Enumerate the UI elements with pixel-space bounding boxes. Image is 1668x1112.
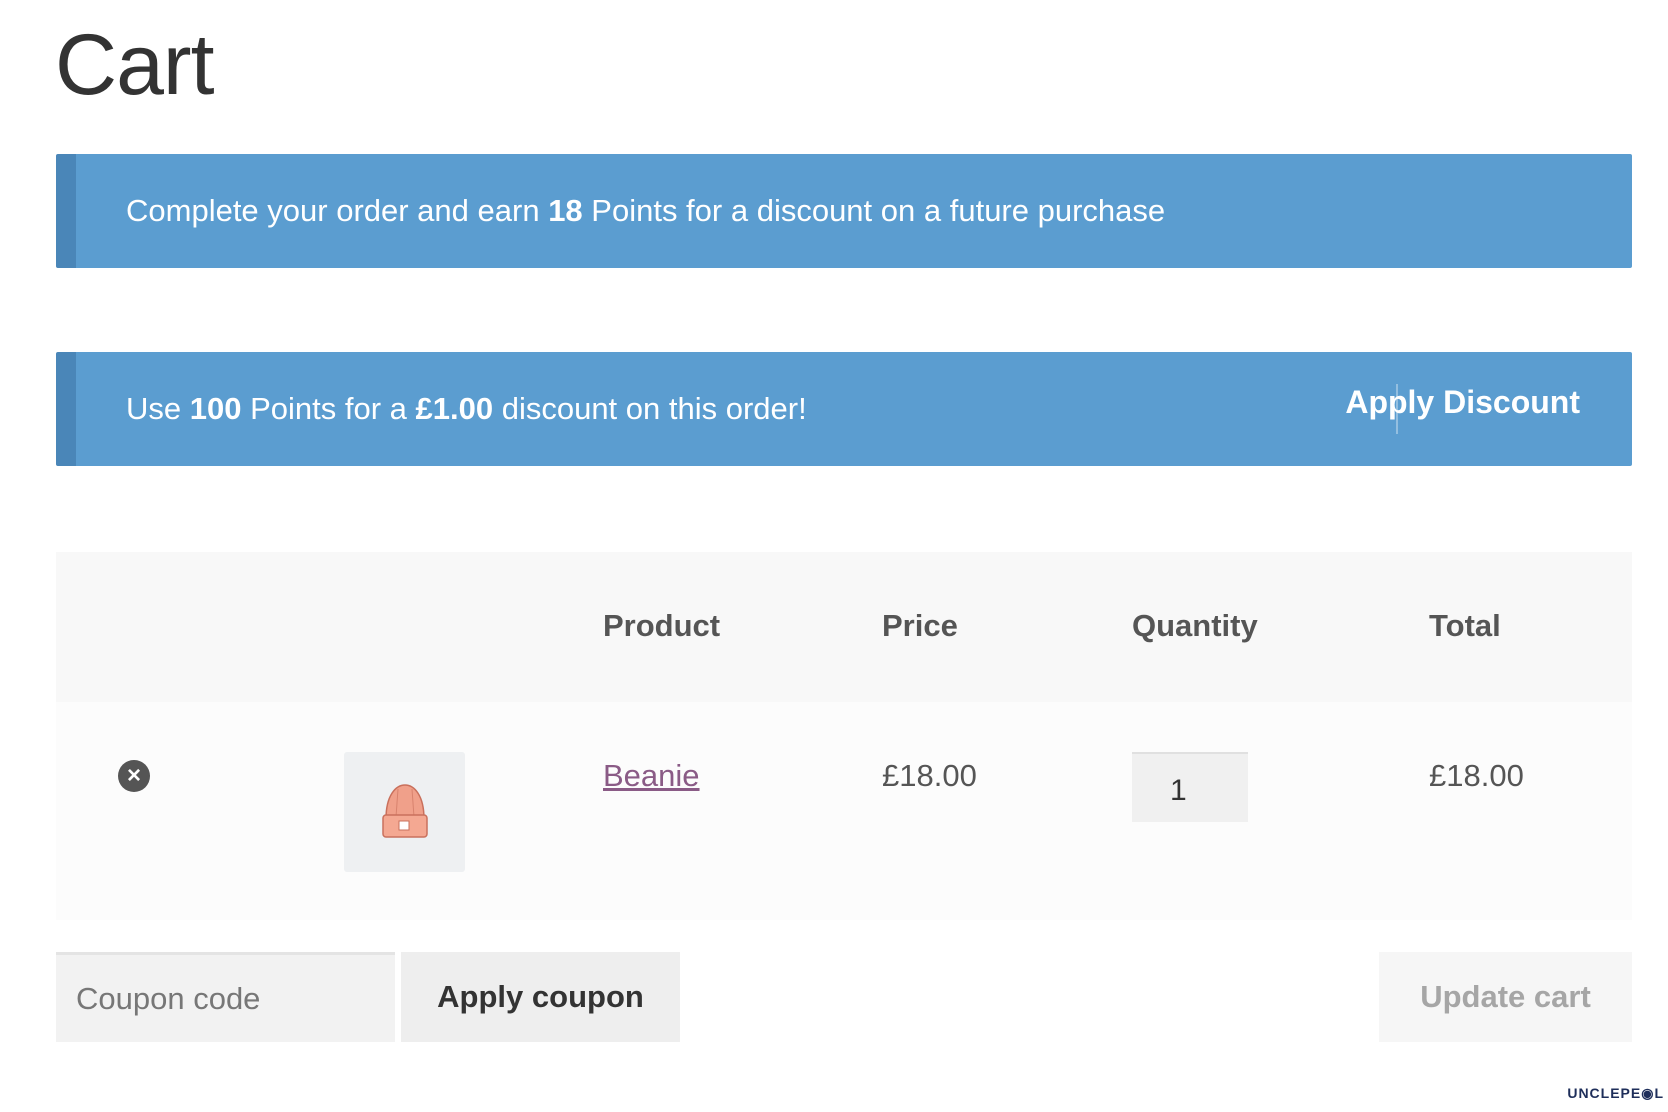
remove-circle-icon[interactable]: ×: [118, 760, 150, 792]
coupon-code-input[interactable]: [56, 952, 395, 1042]
redeem-points-notice: Use 100 Points for a £1.00 discount on t…: [56, 352, 1632, 466]
product-name-link[interactable]: Beanie: [603, 758, 700, 794]
apply-coupon-button[interactable]: Apply coupon: [401, 952, 680, 1042]
beanie-icon: [381, 784, 428, 838]
product-price: £18.00: [882, 758, 977, 793]
earn-points-value: 18: [548, 193, 583, 228]
page-title: Cart: [55, 17, 214, 113]
earn-points-message: Complete your order and earn 18 Points f…: [126, 193, 1166, 228]
earn-points-notice: Complete your order and earn 18 Points f…: [56, 154, 1632, 268]
redeem-points-value: 100: [189, 391, 242, 426]
quantity-input[interactable]: [1132, 752, 1248, 822]
redeem-discount-amount: £1.00: [415, 391, 494, 426]
cart-table: Product Price Quantity Total × Beanie £1…: [56, 552, 1632, 920]
cart-table-header: Product Price Quantity Total: [56, 552, 1632, 702]
product-subtotal: £18.00: [1429, 758, 1524, 793]
header-product: Product: [603, 608, 721, 643]
header-price: Price: [882, 608, 958, 643]
product-thumbnail[interactable]: [344, 752, 465, 872]
watermark-logo: UNCLEPE◉L: [1567, 1085, 1664, 1101]
update-cart-button[interactable]: Update cart: [1379, 952, 1632, 1042]
header-quantity: Quantity: [1132, 608, 1258, 643]
apply-discount-button[interactable]: Apply Discount: [1345, 384, 1580, 421]
redeem-points-message: Use 100 Points for a £1.00 discount on t…: [126, 391, 807, 426]
cart-item-row: × Beanie £18.00 £18.00: [56, 702, 1632, 920]
header-total: Total: [1429, 608, 1501, 643]
